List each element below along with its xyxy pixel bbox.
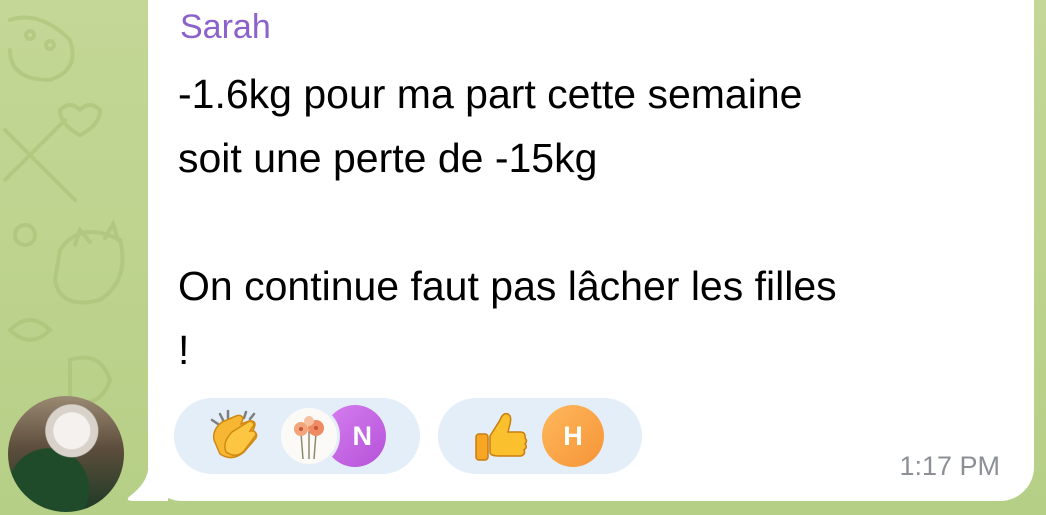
- sender-avatar[interactable]: [8, 396, 124, 512]
- thumbs-up-icon: [475, 412, 528, 461]
- reaction-clap[interactable]: N: [174, 398, 420, 474]
- flower-icon: [294, 416, 324, 460]
- sender-name[interactable]: Sarah: [180, 8, 271, 47]
- reactor-avatar-h: H: [542, 405, 604, 467]
- clapping-hands-icon: [210, 409, 258, 459]
- message-bubble[interactable]: Sarah -1.6kg pour ma part cette semaine …: [148, 0, 1034, 501]
- message-line: [178, 190, 1018, 254]
- message-line: !: [178, 327, 190, 373]
- message-text: -1.6kg pour ma part cette semaine soit u…: [178, 62, 1018, 382]
- message-timestamp: 1:17 PM: [899, 451, 1000, 481]
- reactor-avatar-flower: [278, 405, 340, 467]
- reaction-thumbs-up[interactable]: H: [438, 398, 642, 474]
- message-line: soit une perte de -15kg: [178, 135, 598, 181]
- message-line: -1.6kg pour ma part cette semaine: [178, 71, 803, 117]
- message-line: On continue faut pas lâcher les filles: [178, 263, 837, 309]
